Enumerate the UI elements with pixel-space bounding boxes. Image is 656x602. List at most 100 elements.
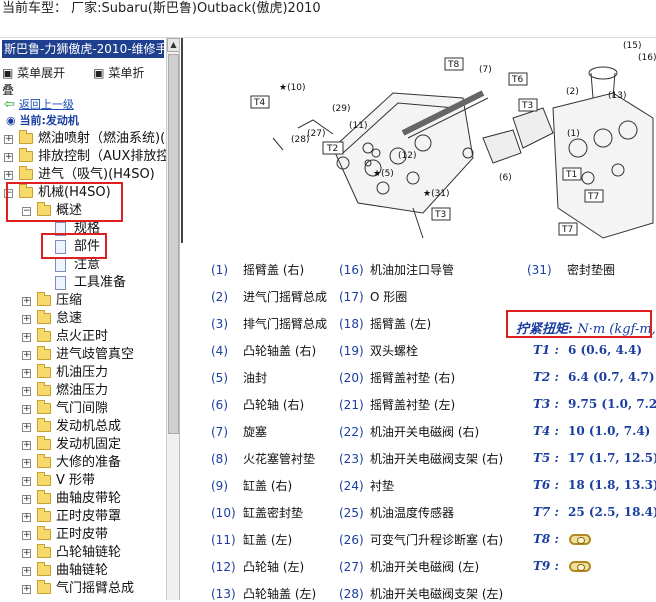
sidebar: 斯巴鲁-力狮傲虎-2010-维修手册 ▣ 菜单展开 ▣ 菜单折叠 ⇦ 返回上一级 ◉… bbox=[0, 38, 180, 600]
sidebar-item[interactable]: + 机油压力 bbox=[0, 364, 166, 382]
sidebar-item[interactable]: + 压缩 bbox=[0, 292, 166, 310]
sidebar-item[interactable]: + 气门摇臂总成 bbox=[0, 580, 166, 598]
menu-tools: ▣ 菜单展开 ▣ 菜单折叠 bbox=[2, 64, 179, 98]
part-name: 密封垫圈 bbox=[567, 263, 616, 277]
sidebar-item[interactable]: + 燃油喷射（燃油系统)( bbox=[0, 130, 166, 148]
sidebar-item[interactable]: + 大修的准备 bbox=[0, 454, 166, 472]
torque-label: T5 : bbox=[533, 451, 559, 465]
sidebar-item[interactable]: + 进气歧管真空 bbox=[0, 346, 166, 364]
svg-text:(29): (29) bbox=[332, 104, 350, 114]
part-name: O 形圈 bbox=[370, 290, 408, 304]
sidebar-item[interactable]: + 排放控制（AUX排放控 bbox=[0, 148, 170, 166]
torque-label: T1 : bbox=[533, 343, 559, 357]
expand-icon[interactable]: + bbox=[22, 459, 31, 468]
sidebar-item[interactable]: + 正时皮带 bbox=[0, 526, 166, 544]
document-icon bbox=[55, 258, 66, 272]
expand-icon[interactable]: + bbox=[4, 153, 13, 162]
expand-icon[interactable]: + bbox=[22, 567, 31, 576]
svg-text:T3: T3 bbox=[521, 101, 533, 111]
sidebar-scrollbar[interactable]: ▲ bbox=[166, 38, 179, 600]
sidebar-item[interactable]: + 怠速 bbox=[0, 310, 166, 328]
torque-label: T2 : bbox=[533, 370, 559, 384]
expand-icon[interactable]: + bbox=[4, 135, 13, 144]
back-link[interactable]: ⇦ 返回上一级 bbox=[4, 96, 74, 112]
expand-icon[interactable]: + bbox=[22, 351, 31, 360]
torque-label: T8 : bbox=[533, 532, 559, 546]
expand-icon[interactable]: + bbox=[22, 423, 31, 432]
current-location: ◉ 当前:发动机 bbox=[6, 114, 79, 127]
part-number: (19) bbox=[339, 344, 364, 358]
torque-label: T4 : bbox=[533, 424, 559, 438]
sidebar-item[interactable]: + 点火正时 bbox=[0, 328, 166, 346]
svg-text:T8: T8 bbox=[447, 60, 459, 70]
expand-icon[interactable]: + bbox=[22, 477, 31, 486]
sidebar-item[interactable]: + 气门间隙 bbox=[0, 400, 166, 418]
folder-icon bbox=[37, 328, 51, 342]
expand-icon[interactable]: + bbox=[22, 495, 31, 504]
folder-icon bbox=[37, 562, 51, 576]
torque-value: 10 (1.0, 7.4) bbox=[568, 424, 651, 438]
sidebar-item-label: 发动机总成 bbox=[56, 419, 122, 434]
torque-value: 6 (0.6, 4.4) bbox=[568, 343, 642, 357]
part-name: 火花塞管衬垫 bbox=[243, 452, 316, 466]
sidebar-item-label: 曲轴链轮 bbox=[56, 563, 109, 578]
part-name: 旋塞 bbox=[243, 425, 268, 439]
sidebar-item-label: 排放控制（AUX排放控 bbox=[38, 149, 170, 164]
folder-icon bbox=[19, 130, 33, 144]
sidebar-item[interactable]: + 发动机总成 bbox=[0, 418, 166, 436]
svg-text:T1: T1 bbox=[565, 170, 577, 180]
sidebar-item[interactable]: + V 形带 bbox=[0, 472, 166, 490]
part-name: 缸盖 (右) bbox=[243, 479, 293, 493]
sidebar-item-label: 进气歧管真空 bbox=[56, 347, 135, 362]
scroll-up-icon[interactable]: ▲ bbox=[167, 38, 179, 52]
torque-label: T3 : bbox=[533, 397, 559, 411]
sidebar-item[interactable]: + 曲轴链轮 bbox=[0, 562, 166, 580]
sidebar-item[interactable]: + 曲轴皮带轮 bbox=[0, 490, 166, 508]
expand-icon[interactable]: + bbox=[22, 441, 31, 450]
sidebar-item-label: 点火正时 bbox=[56, 329, 109, 344]
link-icon[interactable] bbox=[569, 534, 591, 545]
part-name: 凸轮轴 (右) bbox=[243, 398, 305, 412]
torque-value: 6.4 (0.7, 4.7) bbox=[568, 370, 655, 384]
torque-value: 17 (1.7, 12.5) bbox=[568, 451, 656, 465]
expand-icon[interactable]: + bbox=[4, 171, 13, 180]
sidebar-item-label: 凸轮轴链轮 bbox=[56, 545, 122, 560]
expand-icon[interactable]: + bbox=[22, 513, 31, 522]
part-name: 机油开关电磁阀 (左) bbox=[370, 560, 480, 574]
expand-icon[interactable]: + bbox=[22, 333, 31, 342]
part-name: 机油温度传感器 bbox=[370, 506, 455, 520]
part-number: (8) bbox=[211, 452, 228, 466]
svg-text:T3: T3 bbox=[434, 210, 446, 220]
expand-menu-button[interactable]: ▣ 菜单展开 bbox=[2, 66, 79, 80]
vehicle-title: 当前车型： 厂家:Subaru(斯巴鲁)Outback(傲虎)2010 bbox=[2, 1, 321, 16]
part-number: (20) bbox=[339, 371, 364, 385]
expand-icon[interactable]: + bbox=[22, 297, 31, 306]
expand-icon[interactable]: + bbox=[22, 585, 31, 594]
part-number: (7) bbox=[211, 425, 228, 439]
link-icon[interactable] bbox=[569, 561, 591, 572]
sidebar-item-label: 正时皮带罩 bbox=[56, 509, 122, 524]
expand-icon[interactable]: + bbox=[22, 387, 31, 396]
expand-icon[interactable]: + bbox=[22, 369, 31, 378]
sidebar-item[interactable]: + 发动机固定 bbox=[0, 436, 166, 454]
svg-text:(6): (6) bbox=[499, 173, 512, 183]
expand-icon[interactable]: + bbox=[22, 531, 31, 540]
sidebar-item-label: 气门摇臂总成 bbox=[56, 581, 135, 596]
part-name: 排气门摇臂总成 bbox=[243, 317, 328, 331]
torque-value: 9.75 (1.0, 7.2) bbox=[568, 397, 656, 411]
torque-label: T6 : bbox=[533, 478, 559, 492]
sidebar-item[interactable]: + 正时皮带罩 bbox=[0, 508, 166, 526]
sidebar-item[interactable]: 工具准备 bbox=[0, 274, 166, 292]
sidebar-item[interactable]: + 凸轮轴链轮 bbox=[0, 544, 166, 562]
expand-icon[interactable]: + bbox=[22, 549, 31, 558]
part-name: 机油开关电磁阀 (右) bbox=[370, 425, 480, 439]
highlight-parts bbox=[41, 233, 107, 259]
svg-text:T6: T6 bbox=[511, 75, 523, 85]
expand-icon[interactable]: + bbox=[22, 315, 31, 324]
torque-value: 18 (1.8, 13.3) bbox=[568, 478, 656, 492]
scroll-thumb[interactable] bbox=[168, 54, 179, 434]
sidebar-item[interactable]: + 燃油压力 bbox=[0, 382, 166, 400]
part-number: (11) bbox=[211, 533, 236, 547]
expand-icon[interactable]: + bbox=[22, 405, 31, 414]
torque-label: T7 : bbox=[533, 505, 559, 519]
